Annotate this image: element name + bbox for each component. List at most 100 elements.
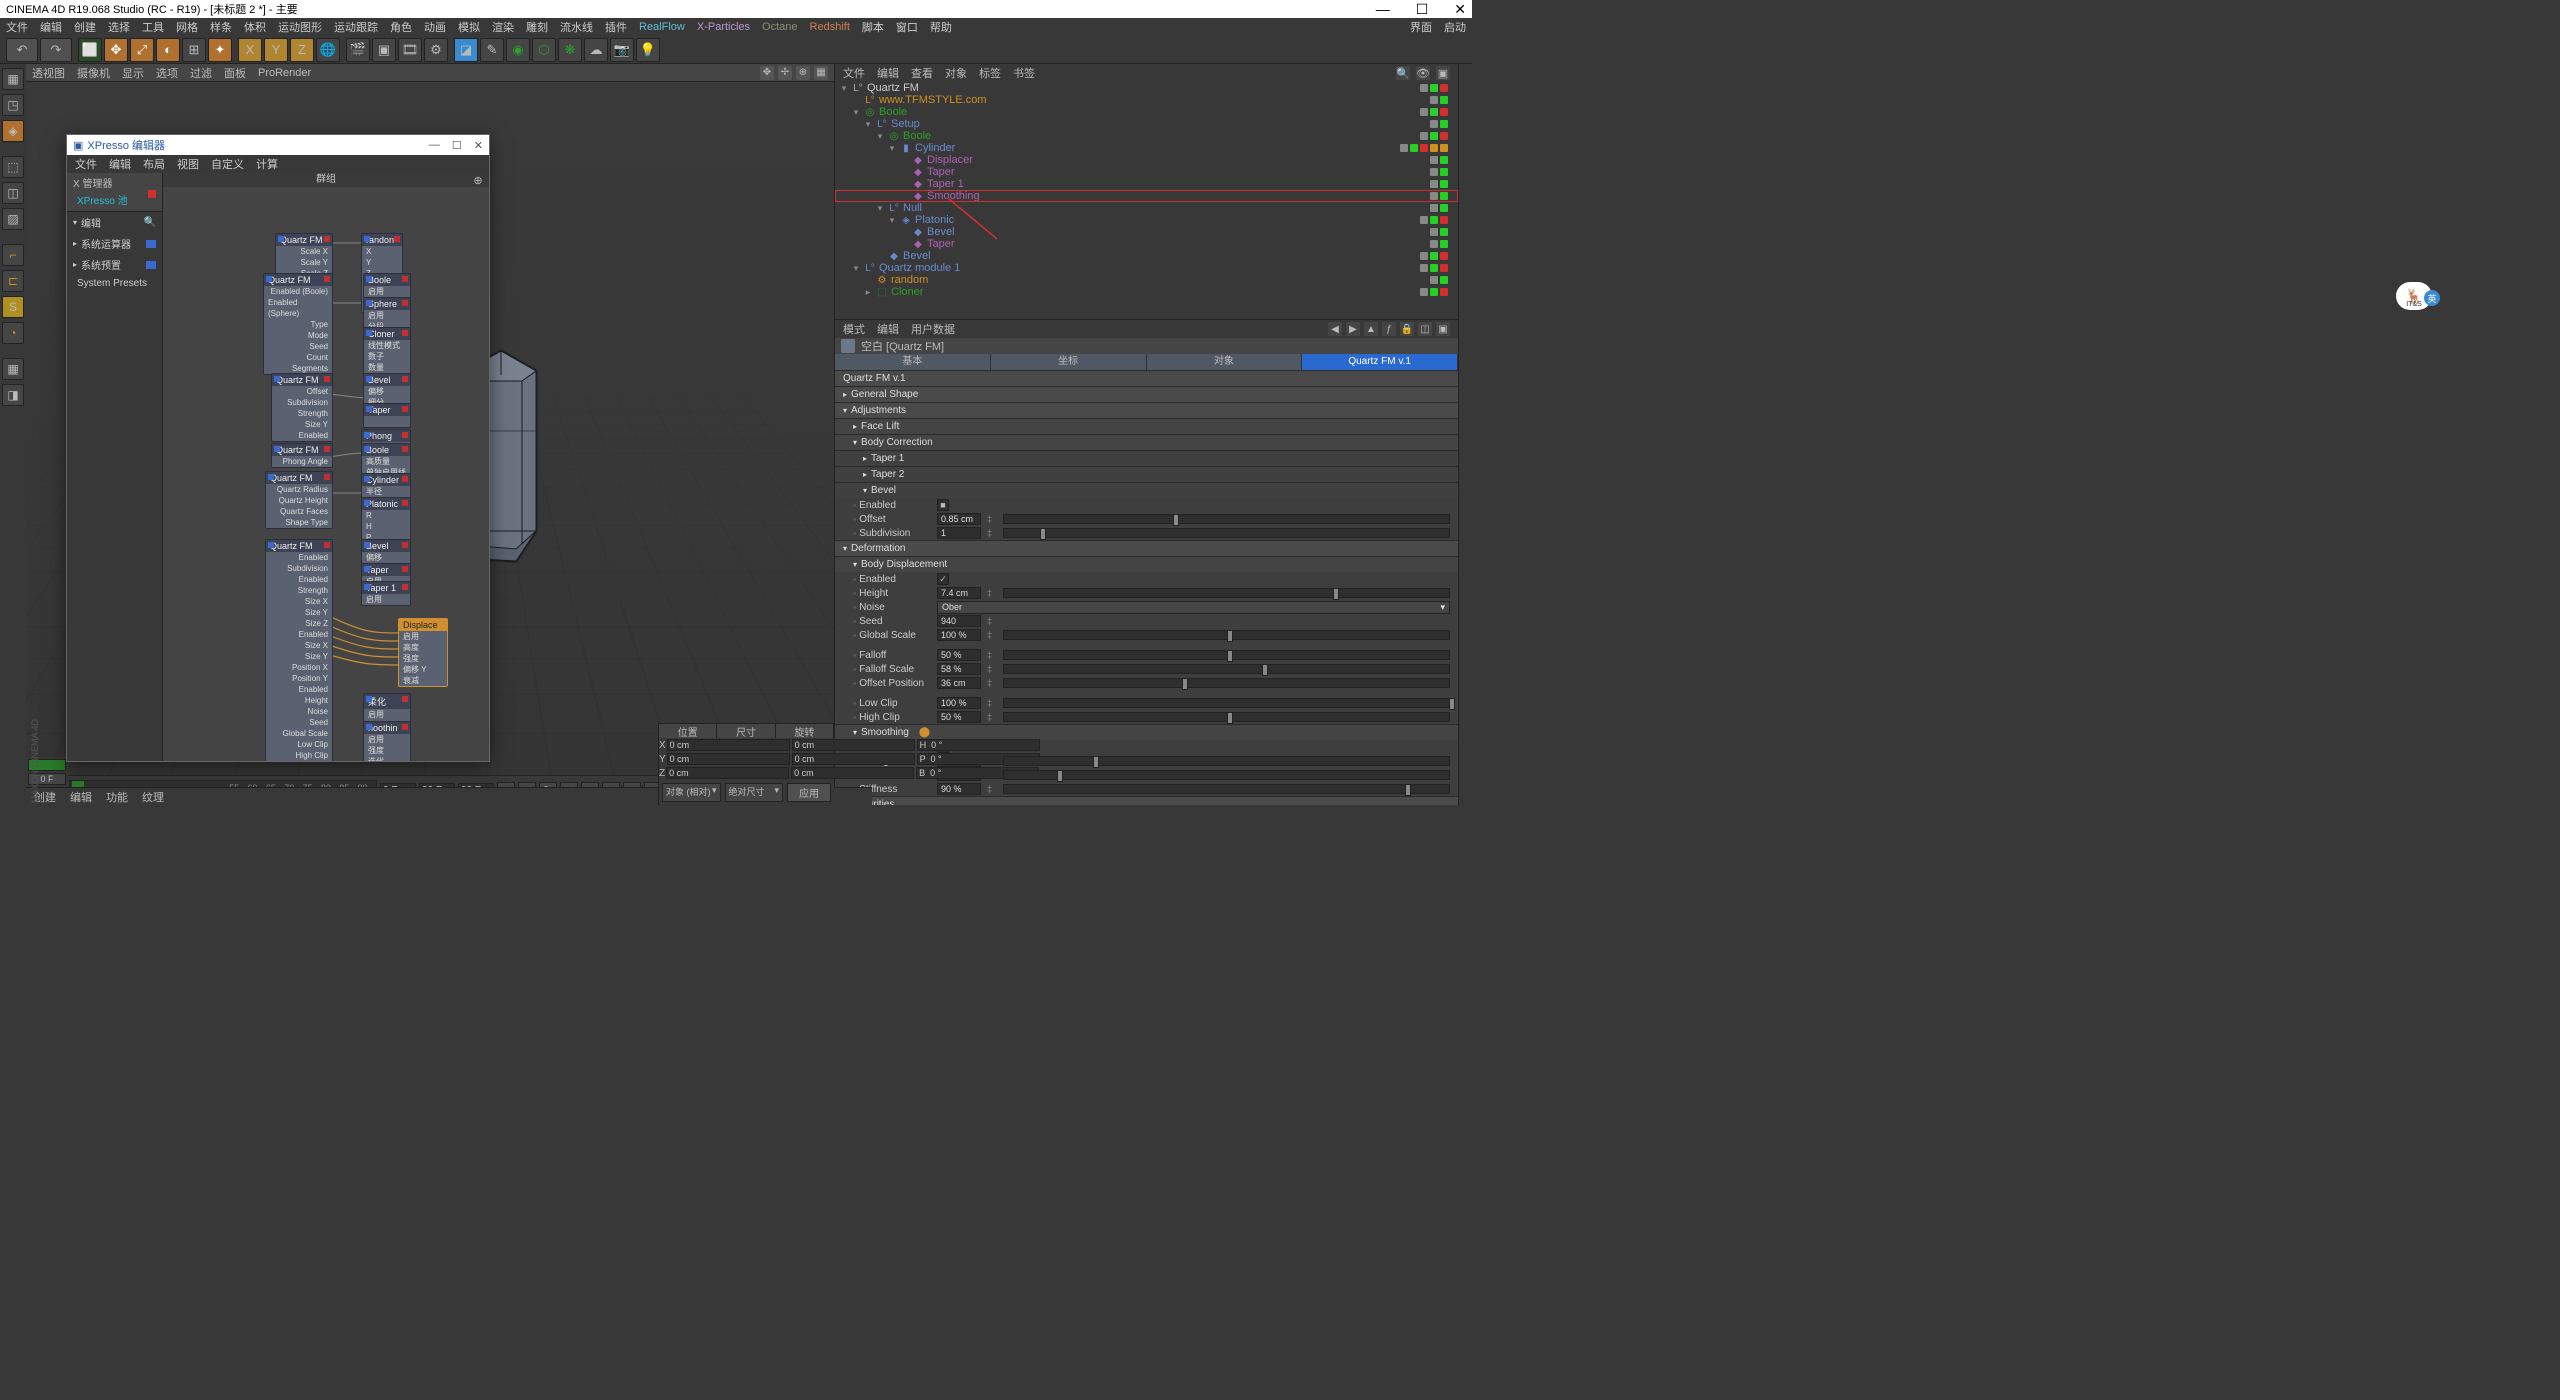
sec-body-displacement[interactable]: ▾Body Displacement [835,556,1458,572]
tree-item-tags[interactable] [1430,204,1456,212]
tree-item-label[interactable]: Boole [903,130,931,142]
tree-row[interactable]: ▾▮Cylinder [835,142,1458,154]
coord-field[interactable] [791,767,914,779]
attr-nav-fwd-icon[interactable]: ▶ [1346,322,1360,336]
xp-pin-icon[interactable]: ⊕ [469,173,487,187]
menu-render[interactable]: 渲染 [492,19,514,35]
locked-axis-button[interactable]: ✦ [208,38,232,62]
tree-row[interactable]: ⚙random [835,274,1458,286]
xp-node-quartz-5[interactable]: Quartz FMQuartz RadiusQuartz HeightQuart… [265,471,333,529]
status-edit[interactable]: 编辑 [70,789,92,805]
obj-search-icon[interactable]: 🔍 [1396,66,1410,80]
xp-side-item[interactable]: ▸系统运算器 [67,233,162,254]
attr-tab-object[interactable]: 对象 [1147,354,1303,370]
tree-row[interactable]: ◆Displacer [835,154,1458,166]
menu-xparticles[interactable]: X-Particles [697,21,750,33]
last-tool-button[interactable]: ⊞ [182,38,206,62]
tree-item-tags[interactable] [1420,132,1456,140]
menu-pipeline[interactable]: 流水线 [560,19,593,35]
tree-row[interactable]: ▾L°Null [835,202,1458,214]
attr-menu-mode[interactable]: 模式 [843,321,865,337]
attr-menu-edit[interactable]: 编辑 [877,321,899,337]
vp-nav-zoom-icon[interactable]: ⊕ [796,66,810,80]
tree-item-tags[interactable] [1400,144,1456,152]
render-settings-button[interactable]: ⚙ [424,38,448,62]
scale-button[interactable]: ⤢ [130,38,154,62]
menu-octane[interactable]: Octane [762,21,797,33]
tree-item-label[interactable]: Taper [927,238,955,250]
status-func[interactable]: 功能 [106,789,128,805]
model-mode-button[interactable]: ▦ [2,68,24,90]
snap-settings-button[interactable]: ◨ [2,384,24,406]
tree-item-tags[interactable] [1430,192,1456,200]
param-checkbox[interactable]: ✓ [937,573,949,585]
tree-item-tags[interactable] [1420,252,1456,260]
attr-nav-up-icon[interactable]: ▲ [1364,322,1378,336]
y-axis-button[interactable]: Y [264,38,288,62]
point-mode-button[interactable]: ⬚ [2,156,24,178]
tree-expander[interactable]: ▾ [887,143,897,154]
xp-node-quartz-6[interactable]: Quartz FM EnabledSubdivisionEnabledStren… [265,539,333,761]
tree-item-tags[interactable] [1430,96,1456,104]
tree-row[interactable]: ▸⬚Cloner [835,286,1458,298]
tree-expander[interactable]: ▾ [851,263,861,274]
xp-node-displace[interactable]: Displace启用高度强度偏移 Y衰减 [398,618,448,687]
tree-expander[interactable]: ▾ [875,131,885,142]
param-slider[interactable] [1003,678,1450,688]
param-spinner[interactable]: ‡ [987,588,997,598]
param-value[interactable]: 100 % [937,697,981,709]
tree-row[interactable]: ◆Taper [835,166,1458,178]
redo-button[interactable]: ↷ [40,38,72,62]
obj-menu-file[interactable]: 文件 [843,65,865,81]
sec-impurities[interactable]: ▸Impurities [835,796,1458,805]
param-spinner[interactable]: ‡ [987,650,997,660]
tree-item-label[interactable]: Quartz FM [867,82,919,94]
param-spinner[interactable]: ‡ [987,784,997,794]
texture-mode-button[interactable]: ◈ [2,120,24,142]
param-value[interactable]: 50 % [937,649,981,661]
tree-row[interactable]: ▾◎Boole [835,106,1458,118]
coord-apply-button[interactable]: 应用 [787,783,831,802]
param-slider[interactable] [1003,756,1450,766]
object-mode-button[interactable]: ◳ [2,94,24,116]
tree-item-tags[interactable] [1430,240,1456,248]
live-select-button[interactable]: ⬜ [78,38,102,62]
move-button[interactable]: ✥ [104,38,128,62]
undo-button[interactable]: ↶ [6,38,38,62]
tree-item-label[interactable]: Platonic [915,214,954,226]
tree-item-label[interactable]: Taper [927,166,955,178]
coord-field[interactable] [917,739,1040,751]
param-spinner[interactable]: ‡ [987,630,997,640]
tree-row[interactable]: ◆Taper [835,238,1458,250]
tree-row[interactable]: ▾◈Platonic [835,214,1458,226]
tree-item-label[interactable]: Cylinder [915,142,955,154]
sec-adjustments[interactable]: ▾Adjustments [835,402,1458,418]
vp-tab-display[interactable]: 显示 [122,65,144,81]
menu-create[interactable]: 创建 [74,19,96,35]
xpresso-canvas[interactable]: 群组 ⊕ [163,173,489,761]
menu-character[interactable]: 角色 [390,19,412,35]
maximize-button[interactable]: ☐ [1416,1,1429,18]
menu-mesh[interactable]: 网格 [176,19,198,35]
tree-item-label[interactable]: Boole [879,106,907,118]
menu-help[interactable]: 帮助 [930,19,952,35]
param-value[interactable]: 100 % [937,629,981,641]
param-slider[interactable] [1003,712,1450,722]
tree-row[interactable]: ◆Bevel [835,226,1458,238]
menu-script[interactable]: 脚本 [862,19,884,35]
menu-redshift[interactable]: Redshift [810,21,850,33]
tree-item-label[interactable]: Displacer [927,154,973,166]
param-slider[interactable] [1003,784,1450,794]
tree-item-tags[interactable] [1430,228,1456,236]
tree-item-tags[interactable] [1430,180,1456,188]
param-slider[interactable] [1003,630,1450,640]
attr-nav-back-icon[interactable]: ◀ [1328,322,1342,336]
param-value[interactable]: 940 [937,615,981,627]
tree-item-label[interactable]: Quartz module 1 [879,262,960,274]
minimize-button[interactable]: — [1376,1,1390,18]
tree-item-tags[interactable] [1420,84,1456,92]
menu-spline[interactable]: 样条 [210,19,232,35]
render-pv-button[interactable]: 🎞 [398,38,422,62]
param-spinner[interactable]: ‡ [987,616,997,626]
render-region-button[interactable]: ▣ [372,38,396,62]
